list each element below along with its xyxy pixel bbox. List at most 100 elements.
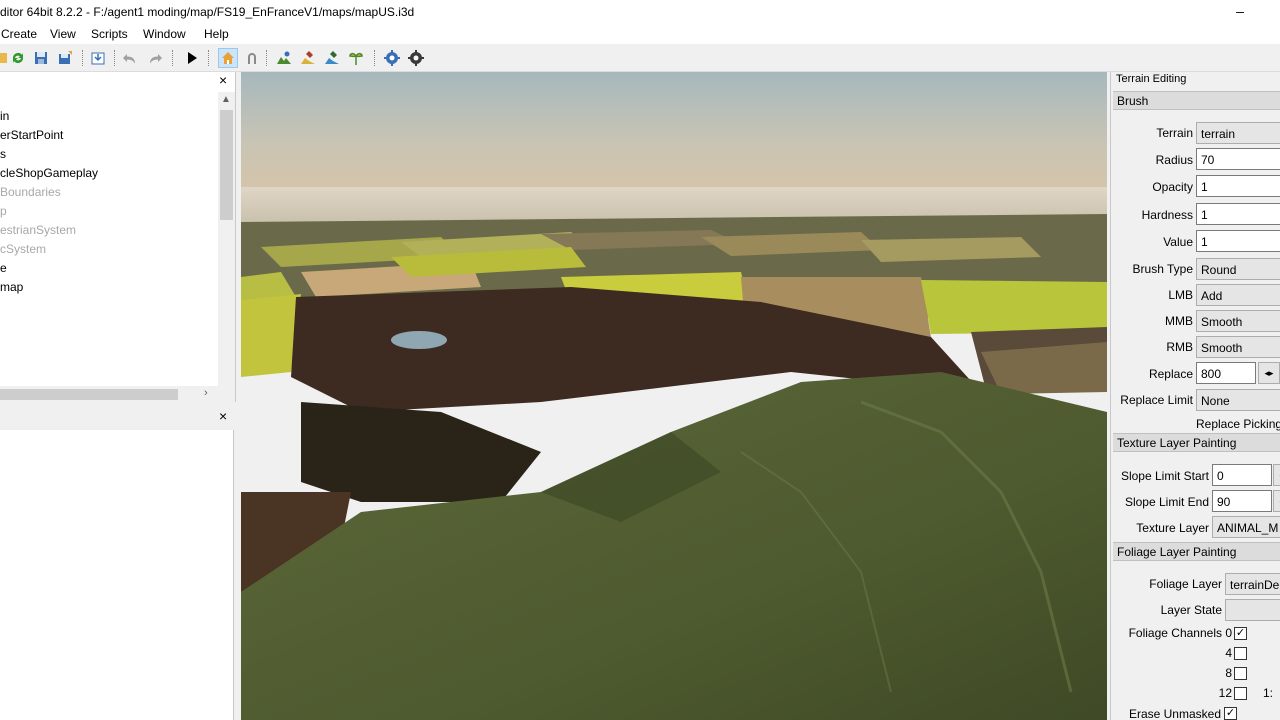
channel-8-checkbox[interactable] <box>1234 667 1247 680</box>
settings-gear-icon[interactable] <box>382 48 402 68</box>
terrain-sculpt-icon[interactable] <box>274 48 294 68</box>
foliage-layer-label: Foliage Layer <box>1149 577 1222 591</box>
opacity-label: Opacity <box>1152 180 1193 194</box>
scenegraph-node[interactable]: estrianSystem <box>0 223 76 242</box>
attributes-close-icon[interactable]: × <box>219 409 227 423</box>
texture-section-header[interactable]: Texture Layer Painting <box>1113 433 1280 452</box>
texture-layer-select[interactable]: ANIMAL_M <box>1212 516 1280 538</box>
rmb-select[interactable]: Smooth <box>1196 336 1280 358</box>
menu-bar: Create View Scripts Window Help <box>0 24 1280 44</box>
scenegraph-node[interactable]: e <box>0 261 7 280</box>
channel-12-checkbox[interactable] <box>1234 687 1247 700</box>
hardness-input[interactable]: 1 <box>1196 203 1280 225</box>
replace-picking-button[interactable]: Replace Picking <box>1196 417 1280 431</box>
foliage-channels-label: Foliage Channels <box>1128 626 1222 640</box>
channel-number: 12 <box>1218 686 1232 700</box>
scenegraph-close-icon[interactable]: × <box>219 73 227 87</box>
mmb-select[interactable]: Smooth <box>1196 310 1280 332</box>
erase-unmasked-checkbox[interactable]: ✓ <box>1224 707 1237 720</box>
toolbar-separator <box>374 50 375 66</box>
slope-start-input[interactable]: 0 <box>1212 464 1272 486</box>
debug-gear-icon[interactable] <box>406 48 426 68</box>
value-input[interactable]: 1 <box>1196 230 1280 252</box>
pond <box>391 331 447 349</box>
menu-scripts[interactable]: Scripts <box>91 27 128 41</box>
save-as-icon[interactable] <box>55 48 75 68</box>
layer-state-select[interactable] <box>1225 599 1280 621</box>
replace-label: Replace <box>1148 367 1193 381</box>
radius-label: Radius <box>1155 153 1193 167</box>
lmb-select[interactable]: Add <box>1196 284 1280 306</box>
field <box>921 280 1107 334</box>
brush-section-header[interactable]: Brush <box>1113 91 1280 110</box>
foliage-header-label: Foliage Layer Painting <box>1117 545 1237 559</box>
opacity-input[interactable]: 1 <box>1196 175 1280 197</box>
scenegraph-node[interactable]: erStartPoint <box>0 128 63 147</box>
toolbar-separator <box>208 50 209 66</box>
save-icon[interactable] <box>31 48 51 68</box>
scroll-right-icon[interactable]: › <box>204 387 208 399</box>
scenegraph-node[interactable]: s <box>0 147 6 166</box>
window-title: ditor 64bit 8.2.2 - F:/agent1 moding/map… <box>0 5 415 19</box>
scenegraph-node[interactable]: cleShopGameplay <box>0 166 98 185</box>
scroll-up-icon[interactable]: ▲ <box>221 94 231 105</box>
title-bar: ditor 64bit 8.2.2 - F:/agent1 moding/map… <box>0 0 1280 24</box>
play-icon[interactable] <box>182 48 202 68</box>
scenegraph-vertical-scrollbar[interactable]: ▲ <box>218 92 235 406</box>
scenegraph-node[interactable]: Boundaries <box>0 185 61 204</box>
channel-number: 4 <box>1225 646 1232 660</box>
toolbar-separator <box>114 50 115 66</box>
slope-start-spinner-icon[interactable]: ◂▸ <box>1273 464 1280 486</box>
scenegraph-node[interactable]: p <box>0 204 7 223</box>
channel-4-checkbox[interactable] <box>1234 647 1247 660</box>
toolbar-separator <box>266 50 267 66</box>
menu-window[interactable]: Window <box>143 27 186 41</box>
menu-create[interactable]: Create <box>1 27 37 41</box>
texture-layer-label: Texture Layer <box>1136 521 1209 535</box>
undo-icon[interactable] <box>120 48 140 68</box>
scrollbar-thumb[interactable] <box>220 110 233 220</box>
replace-limit-select[interactable]: None <box>1196 389 1280 411</box>
scenegraph-horizontal-scrollbar[interactable]: › <box>0 386 218 403</box>
toolbar <box>0 44 1280 72</box>
brush-type-label: Brush Type <box>1132 262 1193 276</box>
scenegraph-node[interactable]: map <box>0 280 23 299</box>
attributes-panel: × <box>0 406 236 720</box>
brush-type-select[interactable]: Round <box>1196 258 1280 280</box>
slope-end-input[interactable]: 90 <box>1212 490 1272 512</box>
sky <box>241 72 1107 202</box>
mmb-label: MMB <box>1165 314 1193 328</box>
replace-spinner-icon[interactable]: ◂▸ <box>1258 362 1280 384</box>
slope-end-spinner-icon[interactable]: ◂▸ <box>1273 490 1280 512</box>
foliage-paint-icon[interactable] <box>322 48 342 68</box>
scrollbar-thumb[interactable] <box>0 389 178 400</box>
magnet-icon[interactable] <box>242 48 262 68</box>
menu-help[interactable]: Help <box>204 27 229 41</box>
minimize-button[interactable]: – <box>1232 0 1248 22</box>
hardness-label: Hardness <box>1141 208 1193 222</box>
replace-input[interactable]: 800 <box>1196 362 1256 384</box>
lmb-label: LMB <box>1168 288 1193 302</box>
terrain-select[interactable]: terrain <box>1196 122 1280 144</box>
channel-number-partial: 1: <box>1263 686 1274 700</box>
terrain-paint-icon[interactable] <box>298 48 318 68</box>
erase-unmasked-label: Erase Unmasked <box>1128 707 1221 720</box>
dark-ridge <box>301 402 541 502</box>
menu-view[interactable]: View <box>50 27 76 41</box>
terrain-panel-title: Terrain Editing <box>1116 73 1187 85</box>
foliage-tool-icon[interactable] <box>346 48 366 68</box>
import-icon[interactable] <box>88 48 108 68</box>
3d-viewport[interactable] <box>241 72 1107 720</box>
foliage-section-header[interactable]: Foliage Layer Painting <box>1113 542 1280 561</box>
reload-icon[interactable] <box>8 48 28 68</box>
texture-header-label: Texture Layer Painting <box>1117 436 1237 450</box>
scenegraph-node[interactable]: cSystem <box>0 242 46 261</box>
scenegraph-node[interactable]: in <box>0 109 9 128</box>
foliage-layer-select[interactable]: terrainDe <box>1225 573 1280 595</box>
redo-icon[interactable] <box>145 48 165 68</box>
home-icon[interactable] <box>218 48 238 68</box>
radius-input[interactable]: 70 <box>1196 148 1280 170</box>
slope-start-label: Slope Limit Start <box>1120 469 1209 483</box>
channel-number: 8 <box>1225 666 1232 680</box>
channel-0-checkbox[interactable]: ✓ <box>1234 627 1247 640</box>
